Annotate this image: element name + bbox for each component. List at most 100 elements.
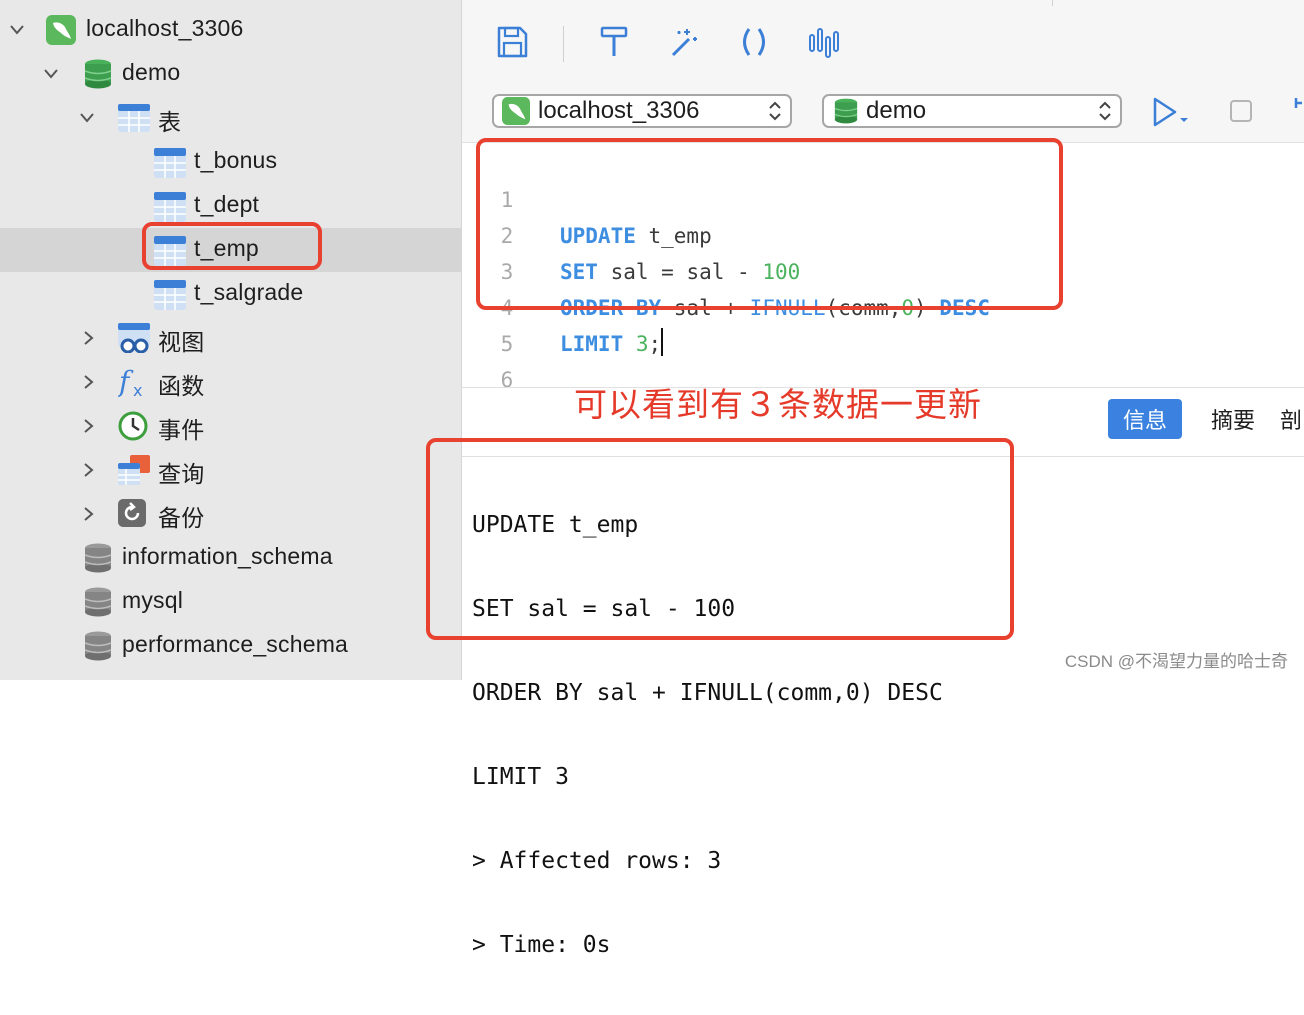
- table-icon: [154, 280, 186, 310]
- tree-item-backups[interactable]: 备份: [0, 492, 461, 536]
- output-line: > Affected rows: 3: [472, 848, 722, 874]
- beautify-button[interactable]: [594, 24, 634, 64]
- function-icon: fx: [117, 365, 148, 400]
- database-gray-icon: [84, 587, 114, 617]
- mysql-connection-icon: [46, 15, 76, 45]
- tree-item-functions[interactable]: fx 函数: [0, 360, 461, 404]
- tree-item-label: demo: [122, 59, 181, 85]
- tree-item-table[interactable]: t_salgrade: [0, 272, 461, 316]
- chevron-down-icon[interactable]: [10, 23, 24, 37]
- tree-item-label: 函数: [158, 373, 205, 399]
- tree-item-table-selected[interactable]: t_emp: [0, 228, 461, 272]
- chevron-right-icon[interactable]: [82, 463, 96, 477]
- connection-select[interactable]: localhost_3306: [492, 94, 792, 128]
- code-line: 1 UPDATE t_emp: [462, 146, 1304, 248]
- code-line: 2 SET sal = sal - 100: [462, 182, 1304, 284]
- backup-icon: [118, 499, 148, 529]
- mysql-connection-icon: [502, 97, 530, 125]
- table-icon: [154, 236, 186, 266]
- partial-icon: [1294, 98, 1304, 126]
- parentheses-button[interactable]: [734, 24, 774, 64]
- tree-item-database-demo[interactable]: demo: [0, 52, 461, 96]
- tab-summary[interactable]: 摘要: [1196, 399, 1270, 439]
- event-clock-icon: [118, 411, 148, 441]
- more-toolbar-button[interactable]: [1294, 96, 1304, 126]
- tree-item-views[interactable]: 视图: [0, 316, 461, 360]
- tree-item-label: t_dept: [194, 191, 260, 217]
- parentheses-icon: [737, 25, 771, 64]
- connection-selector-bar: localhost_3306 demo: [462, 80, 1304, 143]
- query-icon: [118, 455, 150, 485]
- tree-item-label: t_emp: [194, 235, 259, 261]
- database-gray-icon: [84, 631, 114, 661]
- magic-wand-button[interactable]: [664, 24, 704, 64]
- tree-item-label: 事件: [158, 417, 205, 443]
- table-icon: [154, 192, 186, 222]
- navigation-sidebar: localhost_3306 demo 表 t_bonus t_dept t_e…: [0, 0, 462, 680]
- tree-item-database[interactable]: information_schema: [0, 536, 461, 580]
- chevron-right-icon[interactable]: [82, 331, 96, 345]
- tree-item-tables-group[interactable]: 表: [0, 96, 461, 140]
- sql-editor[interactable]: 1 UPDATE t_emp 2 SET sal = sal - 100 3 O…: [462, 143, 1304, 387]
- tree-item-connection[interactable]: localhost_3306: [0, 8, 461, 52]
- views-icon: [118, 323, 150, 354]
- tree-item-label: 查询: [158, 461, 205, 487]
- code-line: 6 SELECT * FROM t_emp;: [462, 326, 1304, 387]
- tree-item-label: t_salgrade: [194, 279, 304, 305]
- output-line: UPDATE t_emp: [472, 512, 639, 538]
- table-icon: [154, 148, 186, 178]
- tables-group-icon: [118, 104, 150, 134]
- tab-separator: [1052, 0, 1053, 6]
- code-line: 5: [462, 290, 1304, 356]
- database-select-value: demo: [866, 97, 927, 124]
- tree-item-label: information_schema: [122, 543, 333, 569]
- tree-item-database[interactable]: performance_schema: [0, 624, 461, 668]
- code-line: 3 ORDER BY sal + IFNULL(comm,0) DESC: [462, 218, 1304, 320]
- svg-text:f: f: [118, 366, 134, 398]
- database-gray-icon: [84, 543, 114, 573]
- chevron-right-icon[interactable]: [82, 375, 96, 389]
- chevron-right-icon[interactable]: [82, 419, 96, 433]
- database-icon: [834, 97, 858, 125]
- play-icon: [1150, 97, 1190, 132]
- tree-item-label: t_bonus: [194, 147, 278, 173]
- run-button[interactable]: [1150, 96, 1190, 128]
- tree-item-queries[interactable]: 查询: [0, 448, 461, 492]
- save-button[interactable]: [492, 24, 532, 64]
- chevron-updown-icon: [1098, 100, 1112, 122]
- database-icon: [84, 59, 114, 89]
- tree-item-events[interactable]: 事件: [0, 404, 461, 448]
- explain-button[interactable]: [804, 24, 844, 64]
- toolbar-divider: [563, 26, 564, 62]
- connection-select-value: localhost_3306: [538, 97, 700, 124]
- tree-item-label: 备份: [158, 505, 205, 531]
- svg-text:x: x: [133, 381, 142, 398]
- tree-item-table[interactable]: t_dept: [0, 184, 461, 228]
- tree-item-label: 视图: [158, 329, 205, 355]
- tab-info[interactable]: 信息: [1108, 399, 1182, 439]
- annotation-text: 可以看到有３条数据一更新: [574, 386, 982, 423]
- query-editor-pane: localhost_3306 demo 1 UPDATE t_emp 2 SET…: [462, 0, 1304, 958]
- chevron-down-icon[interactable]: [44, 67, 58, 81]
- beautify-hammer-icon: [598, 25, 630, 64]
- output-line: ORDER BY sal + IFNULL(comm,0) DESC: [472, 680, 943, 706]
- output-line: LIMIT 3: [472, 764, 569, 790]
- stop-button[interactable]: [1230, 100, 1252, 122]
- watermark-text: CSDN @不渴望力量的哈士奇: [1064, 652, 1288, 671]
- message-output: UPDATE t_emp SET sal = sal - 100 ORDER B…: [472, 455, 1032, 1015]
- chevron-down-icon[interactable]: [80, 111, 94, 125]
- output-line: SET sal = sal - 100: [472, 596, 736, 622]
- output-line: > Time: 0s: [472, 932, 611, 958]
- explain-icon: [807, 25, 841, 64]
- tree-item-table[interactable]: t_bonus: [0, 140, 461, 184]
- tree-item-label: localhost_3306: [86, 15, 244, 41]
- tree-item-database[interactable]: mysql: [0, 580, 461, 624]
- chevron-updown-icon: [768, 100, 782, 122]
- tree-item-label: 表: [158, 109, 182, 135]
- chevron-right-icon[interactable]: [82, 507, 96, 521]
- database-select[interactable]: demo: [822, 94, 1122, 128]
- tab-profile[interactable]: 剖: [1280, 399, 1304, 439]
- magic-wand-icon: [667, 25, 701, 64]
- tree-item-label: performance_schema: [122, 631, 349, 657]
- tree-item-label: mysql: [122, 587, 184, 613]
